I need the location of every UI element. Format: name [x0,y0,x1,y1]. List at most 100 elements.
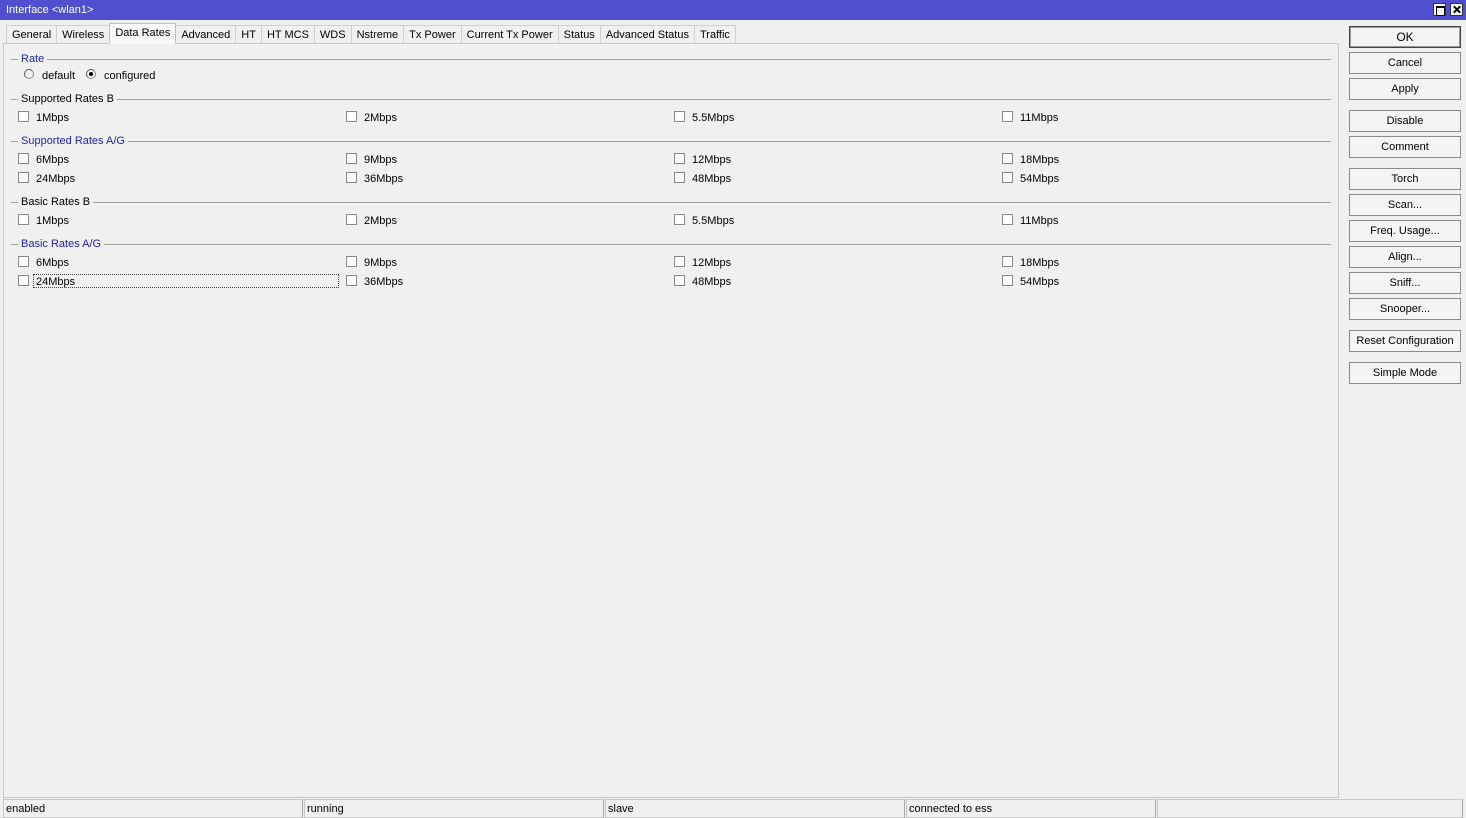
checkbox-label-basic-rates-a-g-12mbps: 12Mbps [692,257,732,269]
tab-wds[interactable]: WDS [313,25,351,44]
group-title-basic-rates-a-g: Basic Rates A/G [18,237,105,251]
comment-button[interactable]: Comment [1349,136,1461,158]
apply-button[interactable]: Apply [1349,78,1461,100]
tab-advanced[interactable]: Advanced [176,25,236,44]
checkbox-label-basic-rates-a-g-6mbps: 6Mbps [36,257,70,269]
checkbox-basic-rates-a-g-54mbps[interactable] [1002,275,1013,286]
rate-radio-default[interactable] [24,69,34,79]
title-bar: Interface <wlan1> [0,0,1466,20]
cancel-button[interactable]: Cancel [1349,52,1461,74]
checkbox-basic-rates-a-g-9mbps[interactable] [346,256,357,267]
checkbox-supported-rates-a-g-48mbps[interactable] [674,172,685,183]
rate-radio-label-configured: configured [104,70,156,82]
maximize-icon[interactable] [1433,3,1446,16]
tab-nstreme[interactable]: Nstreme [350,25,404,44]
checkbox-label-supported-rates-b-11mbps: 11Mbps [1020,112,1059,124]
checkbox-basic-rates-b-2mbps[interactable] [346,214,357,225]
checkbox-label-basic-rates-a-g-48mbps: 48Mbps [692,276,732,288]
checkbox-supported-rates-a-g-24mbps[interactable] [18,172,29,183]
group-line-supported-rates-b [11,99,1331,100]
tab-wireless[interactable]: Wireless [56,25,110,44]
rate-radio-label-default: default [42,70,76,82]
close-icon[interactable] [1450,3,1463,16]
status-enabled: enabled [3,799,303,818]
checkbox-basic-rates-b-11mbps[interactable] [1002,214,1013,225]
checkbox-label-supported-rates-a-g-36mbps: 36Mbps [364,173,404,185]
group-title-supported-rates-b: Supported Rates B [18,92,117,106]
tab-tx-power[interactable]: Tx Power [403,25,461,44]
group-line-basic-rates-a-g [11,244,1331,245]
torch-button[interactable]: Torch [1349,168,1461,190]
checkbox-label-basic-rates-a-g-9mbps: 9Mbps [364,257,398,269]
status-slave: slave [605,799,905,818]
checkbox-label-supported-rates-b-1mbps: 1Mbps [36,112,70,124]
checkbox-supported-rates-a-g-6mbps[interactable] [18,153,29,164]
group-line-supported-rates-a-g [11,141,1331,142]
tab-current-tx-power[interactable]: Current Tx Power [460,25,558,44]
checkbox-label-basic-rates-a-g-36mbps: 36Mbps [364,276,404,288]
checkbox-label-basic-rates-b-11mbps: 11Mbps [1020,215,1059,227]
checkbox-label-supported-rates-a-g-9mbps: 9Mbps [364,154,398,166]
checkbox-basic-rates-b-1mbps[interactable] [18,214,29,225]
checkbox-label-supported-rates-b-2mbps: 2Mbps [364,112,398,124]
scan-button[interactable]: Scan... [1349,194,1461,216]
checkbox-supported-rates-a-g-12mbps[interactable] [674,153,685,164]
checkbox-basic-rates-b-5-5mbps[interactable] [674,214,685,225]
freq-usage-button[interactable]: Freq. Usage... [1349,220,1461,242]
rate-group-title: Rate [18,52,48,66]
align-button[interactable]: Align... [1349,246,1461,268]
checkbox-supported-rates-a-g-18mbps[interactable] [1002,153,1013,164]
checkbox-basic-rates-a-g-48mbps[interactable] [674,275,685,286]
reset-configuration-button[interactable]: Reset Configuration [1349,330,1461,352]
tab-traffic[interactable]: Traffic [693,25,736,44]
checkbox-basic-rates-a-g-24mbps[interactable] [18,275,29,286]
tab-data-rates[interactable]: Data Rates [109,23,177,44]
checkbox-basic-rates-a-g-12mbps[interactable] [674,256,685,267]
checkbox-supported-rates-b-11mbps[interactable] [1002,111,1013,122]
checkbox-label-supported-rates-b-5-5mbps: 5.5Mbps [692,112,735,124]
checkbox-label-basic-rates-b-5-5mbps: 5.5Mbps [692,215,735,227]
checkbox-label-supported-rates-a-g-18mbps: 18Mbps [1020,154,1060,166]
checkbox-supported-rates-a-g-9mbps[interactable] [346,153,357,164]
checkbox-label-supported-rates-a-g-24mbps: 24Mbps [36,173,76,185]
tab-general[interactable]: General [6,25,57,44]
checkbox-label-basic-rates-b-1mbps: 1Mbps [36,215,70,227]
checkbox-basic-rates-a-g-6mbps[interactable] [18,256,29,267]
group-title-supported-rates-a-g: Supported Rates A/G [18,134,128,148]
status-running: running [304,799,604,818]
checkbox-label-basic-rates-a-g-54mbps: 54Mbps [1020,276,1060,288]
rate-group-line [11,59,1331,60]
tab-status[interactable]: Status [557,25,600,44]
checkbox-label-supported-rates-a-g-12mbps: 12Mbps [692,154,732,166]
checkbox-label-basic-rates-a-g-18mbps: 18Mbps [1020,257,1060,269]
checkbox-supported-rates-a-g-54mbps[interactable] [1002,172,1013,183]
checkbox-label-basic-rates-b-2mbps: 2Mbps [364,215,398,227]
checkbox-label-supported-rates-a-g-54mbps: 54Mbps [1020,173,1060,185]
simple-mode-button[interactable]: Simple Mode [1349,362,1461,384]
tab-ht[interactable]: HT [235,25,261,44]
checkbox-supported-rates-a-g-36mbps[interactable] [346,172,357,183]
group-title-basic-rates-b: Basic Rates B [18,195,94,209]
tab-advanced-status[interactable]: Advanced Status [599,25,694,44]
checkbox-supported-rates-b-2mbps[interactable] [346,111,357,122]
checkbox-label-supported-rates-a-g-6mbps: 6Mbps [36,154,70,166]
checkbox-label-supported-rates-a-g-48mbps: 48Mbps [692,173,732,185]
status-connection: connected to ess [906,799,1156,818]
snooper-button[interactable]: Snooper... [1349,298,1461,320]
sniff-button[interactable]: Sniff... [1349,272,1461,294]
tab-ht-mcs[interactable]: HT MCS [260,25,314,44]
window-title: Interface <wlan1> [6,4,94,16]
ok-button[interactable]: OK [1349,26,1461,48]
status-empty [1157,799,1463,818]
disable-button[interactable]: Disable [1349,110,1461,132]
rate-radio-configured[interactable] [86,69,96,79]
checkbox-supported-rates-b-5-5mbps[interactable] [674,111,685,122]
checkbox-basic-rates-a-g-36mbps[interactable] [346,275,357,286]
status-bar: enabled running slave connected to ess [0,799,1466,818]
data-rates-panel: Rate default configured Supported Rates B 1M… [3,43,1339,798]
focus-rectangle [33,274,339,288]
group-line-basic-rates-b [11,202,1331,203]
checkbox-basic-rates-a-g-18mbps[interactable] [1002,256,1013,267]
tab-bar: General Wireless Data Rates Advanced HT HT MC… [6,23,736,44]
checkbox-supported-rates-b-1mbps[interactable] [18,111,29,122]
